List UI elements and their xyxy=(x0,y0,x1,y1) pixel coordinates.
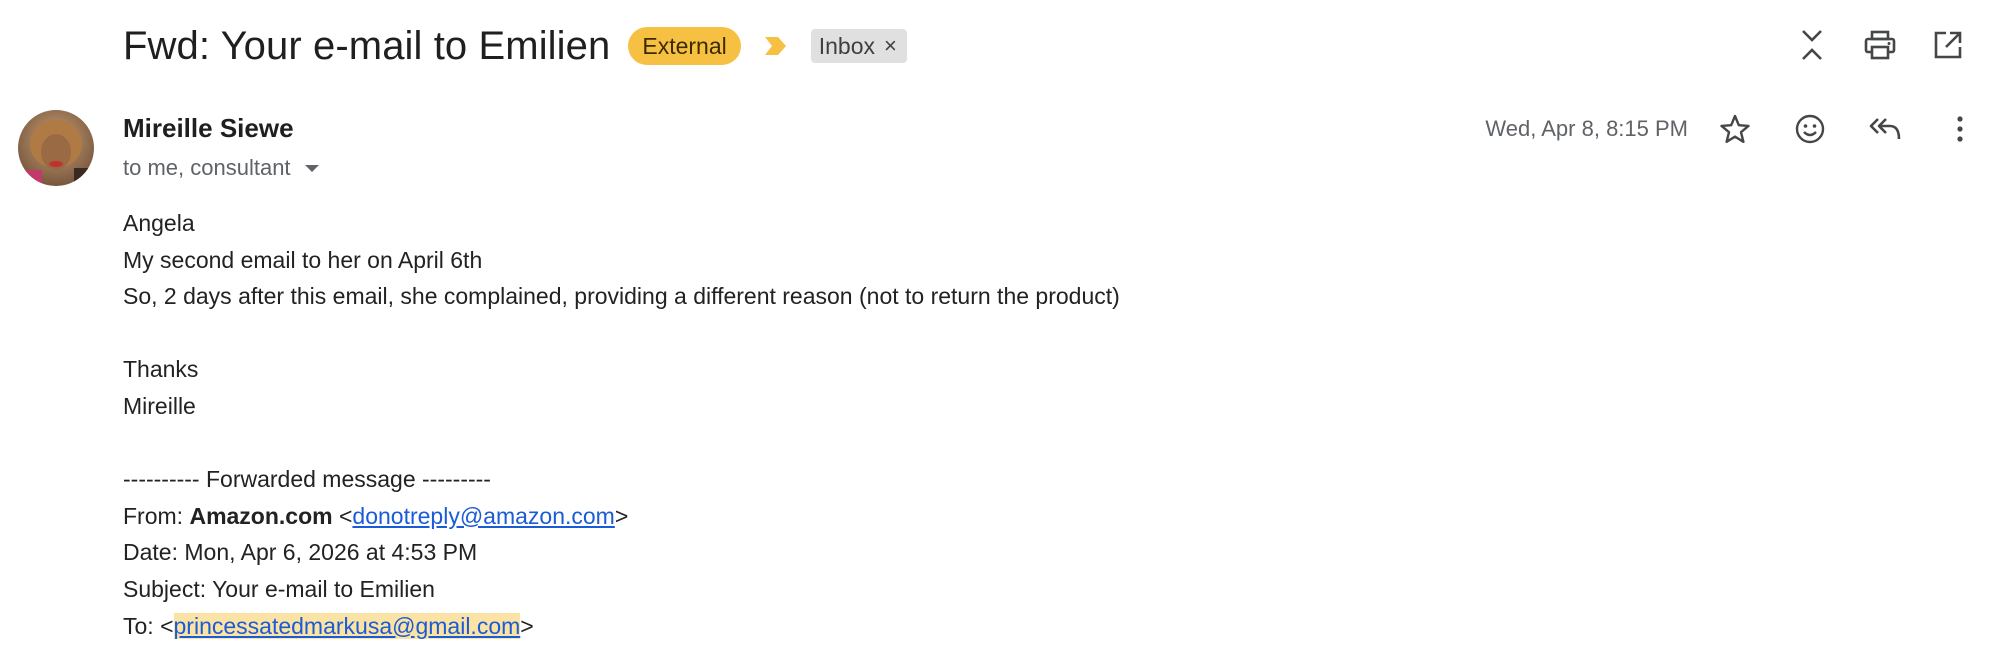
body-signature: Mireille xyxy=(123,392,196,419)
important-marker-icon[interactable] xyxy=(763,34,789,58)
collapse-all-icon[interactable] xyxy=(1793,26,1831,64)
to-email-link[interactable]: princessatedmarkusa@gmail.com xyxy=(173,612,521,639)
body-thanks: Thanks xyxy=(123,356,199,383)
message-body: Angela My second email to her on April 6… xyxy=(123,205,1120,644)
body-greeting: Angela xyxy=(123,210,195,236)
forwarded-date-line: Date: Mon, Apr 6, 2026 at 4:53 PM xyxy=(123,539,478,566)
thread-actions xyxy=(1793,26,1967,64)
forwarded-to-line: To: <princessatedmarkusa@gmail.com> xyxy=(123,608,1120,645)
recipients-toggle[interactable]: to me, consultant xyxy=(123,155,319,181)
to-label: To: < xyxy=(123,612,174,639)
from-open-bracket: < xyxy=(332,502,353,529)
from-close-bracket: > xyxy=(614,502,629,529)
from-email-link[interactable]: donotreply@amazon.com xyxy=(352,503,614,529)
from-label: From: xyxy=(123,502,190,529)
more-vert-icon[interactable] xyxy=(1941,110,1979,148)
recipients-text: to me, consultant xyxy=(123,155,291,180)
chevron-down-icon[interactable] xyxy=(304,164,319,172)
open-in-new-window-icon[interactable] xyxy=(1929,26,1967,64)
subject-row: Fwd: Your e-mail to Emilien External Inb… xyxy=(123,22,907,70)
print-icon[interactable] xyxy=(1861,26,1899,64)
email-subject: Fwd: Your e-mail to Emilien xyxy=(123,23,611,68)
forwarded-from-line: From: Amazon.com <donotreply@amazon.com> xyxy=(123,498,1120,535)
message-date[interactable]: Wed, Apr 8, 8:15 PM xyxy=(1485,116,1688,142)
inbox-label-text: Inbox xyxy=(818,33,875,59)
external-label[interactable]: External xyxy=(628,27,741,65)
sender-avatar[interactable] xyxy=(18,110,94,186)
star-icon[interactable] xyxy=(1716,110,1754,148)
sender-name[interactable]: Mireille Siewe xyxy=(123,113,294,144)
from-sender-name: Amazon.com xyxy=(189,502,333,529)
body-line: My second email to her on April 6th xyxy=(123,246,483,273)
remove-label-icon[interactable]: × xyxy=(884,29,897,63)
inbox-label[interactable]: Inbox × xyxy=(810,29,907,63)
emoji-reaction-icon[interactable] xyxy=(1791,110,1829,148)
reply-all-icon[interactable] xyxy=(1866,110,1904,148)
forwarded-message-header: ---------- Forwarded message --------- xyxy=(123,466,491,493)
message-actions: Wed, Apr 8, 8:15 PM xyxy=(1485,110,1979,148)
forwarded-subject-line: Subject: Your e-mail to Emilien xyxy=(123,575,435,602)
to-close-bracket: > xyxy=(520,612,534,639)
body-line: So, 2 days after this email, she complai… xyxy=(123,283,1120,310)
